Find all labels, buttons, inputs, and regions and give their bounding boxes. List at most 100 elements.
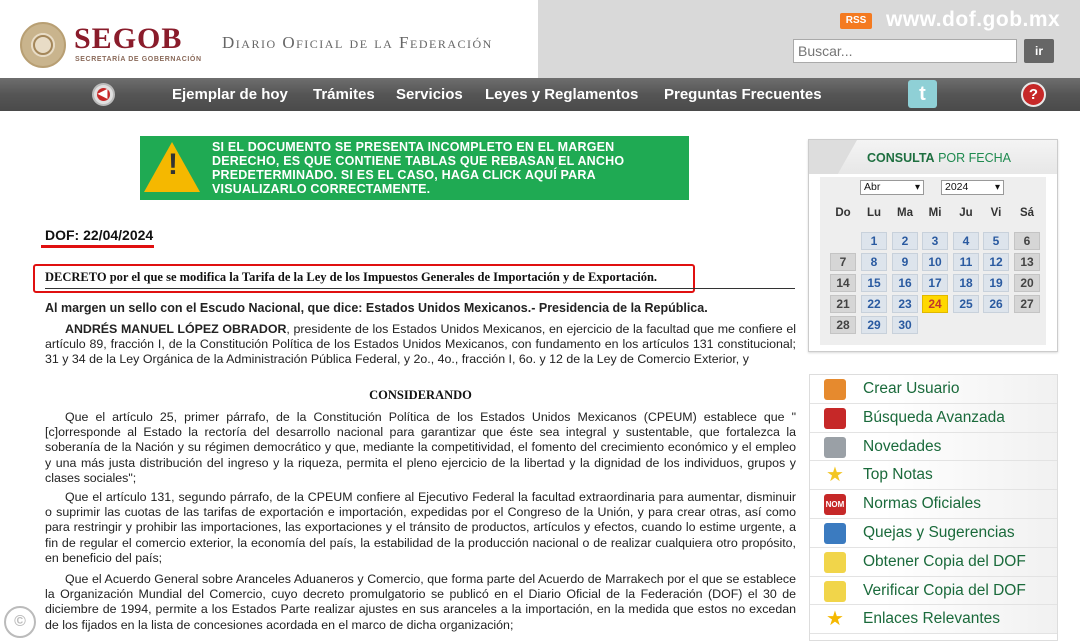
decree-title: DECRETO por el que se modifica la Tarifa… [45, 270, 658, 284]
calendar-day[interactable]: 18 [953, 274, 979, 292]
document-icon [824, 551, 846, 573]
menu-item-label: Obtener Copia del DOF [863, 552, 1026, 570]
menu-item[interactable]: Obtener Copia del DOF [810, 547, 1057, 577]
considerando-paragraph-2: Que el artículo 131, segundo párrafo, de… [45, 490, 796, 565]
menu-item[interactable]: Quejas y Sugerencias [810, 519, 1057, 548]
weekday-header: Ju [959, 207, 973, 219]
weekday-header: Do [835, 207, 851, 219]
help-icon[interactable]: ? [1021, 82, 1046, 107]
newspaper-icon [824, 436, 846, 458]
calendar-day[interactable]: 17 [922, 274, 948, 292]
site-header: SEGOB SECRETARÍA DE GOBERNACIÓN Diario O… [0, 0, 1080, 78]
calendar-header: CONSULTA POR FECHA [809, 140, 1057, 174]
menu-item[interactable]: Novedades [810, 432, 1057, 462]
calendar-day[interactable]: 16 [892, 274, 918, 292]
search-input[interactable] [793, 39, 1017, 63]
calendar-day[interactable]: 8 [861, 253, 887, 271]
calendar-day[interactable]: 11 [953, 253, 979, 271]
search-icon [824, 407, 846, 429]
nav-preguntas-frecuentes[interactable]: Preguntas Frecuentes [664, 86, 822, 103]
calendar-grid: Abr 2024 DoLuMaMiJuViSá12345678910111213… [820, 177, 1046, 345]
calendar-day[interactable]: 20 [1014, 274, 1040, 292]
rss-icon[interactable]: RSS [840, 13, 872, 29]
nav-tramites[interactable]: Trámites [313, 86, 375, 103]
nav-servicios[interactable]: Servicios [396, 86, 463, 103]
intro-paragraph: ANDRÉS MANUEL LÓPEZ OBRADOR, presidente … [45, 322, 796, 368]
incomplete-document-notice[interactable]: ! SI EL DOCUMENTO SE PRESENTA INCOMPLETO… [140, 136, 689, 200]
nav-ejemplar-de-hoy[interactable]: Ejemplar de hoy [172, 86, 288, 103]
watermark-logo: © [4, 606, 36, 638]
menu-item[interactable]: Verificar Copia del DOF [810, 576, 1057, 606]
considerando-paragraph-3: Que el Acuerdo General sobre Aranceles A… [45, 572, 796, 632]
calendar-day[interactable]: 2 [892, 232, 918, 250]
coat-of-arms-logo [20, 22, 66, 68]
calendar-day[interactable]: 21 [830, 295, 856, 313]
menu-item-label: Verificar Copia del DOF [863, 581, 1026, 599]
menu-item[interactable]: ★ Top Notas [810, 461, 1057, 491]
weekday-header: Ma [897, 207, 913, 219]
calendar-day[interactable]: 5 [983, 232, 1009, 250]
calendar-day[interactable]: 1 [861, 232, 887, 250]
calendar-day[interactable]: 13 [1014, 253, 1040, 271]
date-highlight [41, 245, 154, 248]
dof-date: DOF: 22/04/2024 [45, 227, 154, 243]
calendar-day[interactable]: 4 [953, 232, 979, 250]
back-arrow-icon[interactable]: ◀ [92, 83, 115, 106]
calendar-day[interactable]: 26 [983, 295, 1009, 313]
menu-item[interactable]: NOM Normas Oficiales [810, 490, 1057, 519]
calendar-day[interactable]: 27 [1014, 295, 1040, 313]
calendar-day[interactable]: 3 [922, 232, 948, 250]
star-icon: ★ [826, 464, 844, 487]
calendar-day[interactable]: 30 [892, 316, 918, 334]
calendar-day[interactable]: 23 [892, 295, 918, 313]
calendar-day[interactable]: 14 [830, 274, 856, 292]
considerando-paragraph-1: Que el artículo 25, primer párrafo, de l… [45, 410, 796, 485]
nom-icon: NOM [824, 494, 846, 516]
verify-document-icon [824, 580, 846, 602]
calendar-day[interactable]: 28 [830, 316, 856, 334]
calendar-day[interactable]: 6 [1014, 232, 1040, 250]
calendar-day[interactable]: 25 [953, 295, 979, 313]
menu-item-label: Top Notas [863, 466, 933, 484]
calendar-day[interactable]: 7 [830, 253, 856, 271]
calendar-day[interactable]: 12 [983, 253, 1009, 271]
menu-item[interactable]: Crear Usuario [810, 375, 1057, 404]
warning-exclamation: ! [168, 148, 178, 181]
calendar-day[interactable]: 10 [922, 253, 948, 271]
menu-item-label: Normas Oficiales [863, 495, 981, 513]
margin-seal-line: Al margen un sello con el Escudo Naciona… [45, 301, 708, 315]
menu-item-label: Crear Usuario [863, 380, 960, 397]
search-button[interactable]: ir [1024, 39, 1054, 63]
segob-logo-text[interactable]: SEGOB [74, 22, 182, 56]
star-icon: ★ [826, 608, 844, 631]
weekday-header: Mi [928, 207, 942, 219]
quick-links-menu: Crear Usuario Búsqueda Avanzada Novedades ★… [809, 374, 1058, 641]
menu-item-label: Búsqueda Avanzada [863, 408, 1005, 426]
menu-item[interactable]: ★ Enlaces Relevantes [810, 605, 1057, 635]
menu-item-label: Enlaces Relevantes [863, 610, 1000, 628]
calendar-title: CONSULTA POR FECHA [867, 151, 1011, 165]
menu-item[interactable]: Búsqueda Avanzada [810, 403, 1057, 433]
title-divider [45, 288, 795, 289]
calendar-day[interactable]: 15 [861, 274, 887, 292]
calendar-day[interactable]: 29 [861, 316, 887, 334]
menu-item-label: Quejas y Sugerencias [863, 524, 1015, 541]
weekday-header: Lu [866, 207, 882, 219]
weekday-header: Sá [1019, 207, 1035, 219]
calendar-day[interactable]: 24 [922, 295, 948, 313]
nav-leyes-y-reglamentos[interactable]: Leyes y Reglamentos [485, 86, 638, 103]
twitter-icon[interactable]: t [908, 80, 937, 108]
considerando-heading: CONSIDERANDO [369, 388, 472, 402]
calendar-day[interactable]: 19 [983, 274, 1009, 292]
calendar-day[interactable]: 9 [892, 253, 918, 271]
notice-text[interactable]: SI EL DOCUMENTO SE PRESENTA INCOMPLETO E… [212, 140, 682, 196]
month-select[interactable]: Abr [860, 180, 924, 195]
user-add-icon [824, 379, 846, 400]
site-url: www.dof.gob.mx [886, 8, 1061, 31]
mailbox-icon [824, 523, 846, 544]
menu-item-label: Novedades [863, 437, 942, 455]
calendar-day[interactable]: 22 [861, 295, 887, 313]
weekday-header: Vi [990, 207, 1002, 219]
dof-title[interactable]: Diario Oficial de la Federación [222, 33, 493, 53]
year-select[interactable]: 2024 [941, 180, 1004, 195]
